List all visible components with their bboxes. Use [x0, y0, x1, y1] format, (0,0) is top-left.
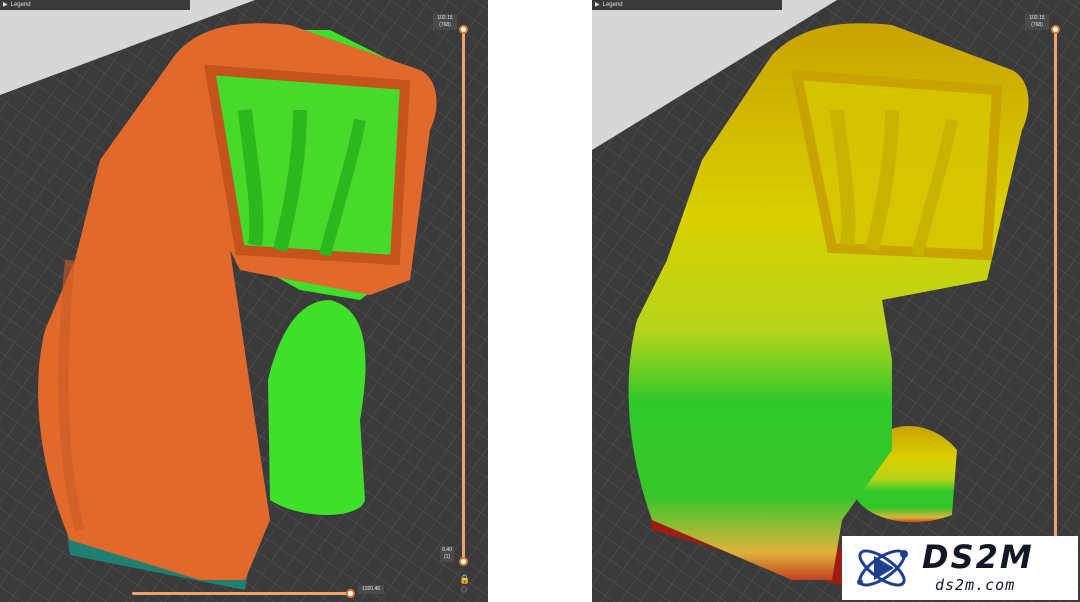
- layer-slider-track[interactable]: [462, 29, 465, 562]
- layer-top-value: 102.15: [437, 15, 453, 21]
- layer-bottom-value: 0.40: [442, 547, 452, 553]
- layer-slider-top-handle[interactable]: [1051, 25, 1060, 34]
- layer-bottom-index: (1): [443, 554, 451, 560]
- legend-toggle[interactable]: ▶ Legend: [592, 0, 782, 10]
- layer-top-index: (768): [439, 22, 451, 28]
- viewport-right[interactable]: ▶ Legend 102.15 (768): [592, 0, 1080, 602]
- scene-left: [0, 0, 488, 602]
- layer-top-value: 102.15: [1029, 15, 1045, 21]
- legend-toggle[interactable]: ▶ Legend: [0, 0, 190, 10]
- atom-logo-icon: [857, 549, 908, 587]
- layer-slider-bottom-handle[interactable]: [459, 557, 468, 566]
- layer-slider-top-handle[interactable]: [459, 25, 468, 34]
- move-slider-value: 1320.46: [358, 585, 384, 594]
- logo-subtitle: ds2m.com: [935, 576, 1016, 594]
- lock-icon[interactable]: 🔒: [459, 574, 470, 584]
- legend-label: Legend: [10, 2, 31, 8]
- triangle-right-icon: ▶: [3, 2, 8, 8]
- legend-label: Legend: [602, 2, 623, 8]
- gear-icon[interactable]: ⚙: [459, 586, 469, 596]
- ds2m-logo: DS2M ds2m.com: [842, 536, 1078, 600]
- logo-title: DS2M: [922, 538, 1034, 576]
- scene-right: [592, 0, 1080, 602]
- triangle-right-icon: ▶: [595, 2, 600, 8]
- layer-bottom-label: 0.40 (1): [440, 546, 454, 562]
- viewport-left[interactable]: ▶ Legend 102.15 (768) 0.40 (1) 🔒 ⚙ 1320.4…: [0, 0, 488, 602]
- layer-top-index: (768): [1031, 22, 1043, 28]
- move-slider-track[interactable]: [132, 592, 352, 595]
- layer-top-label: 102.15 (768): [1025, 14, 1049, 30]
- layer-slider-track[interactable]: [1054, 29, 1057, 549]
- move-slider-handle[interactable]: [346, 589, 355, 598]
- layer-top-label: 102.15 (768): [433, 14, 457, 30]
